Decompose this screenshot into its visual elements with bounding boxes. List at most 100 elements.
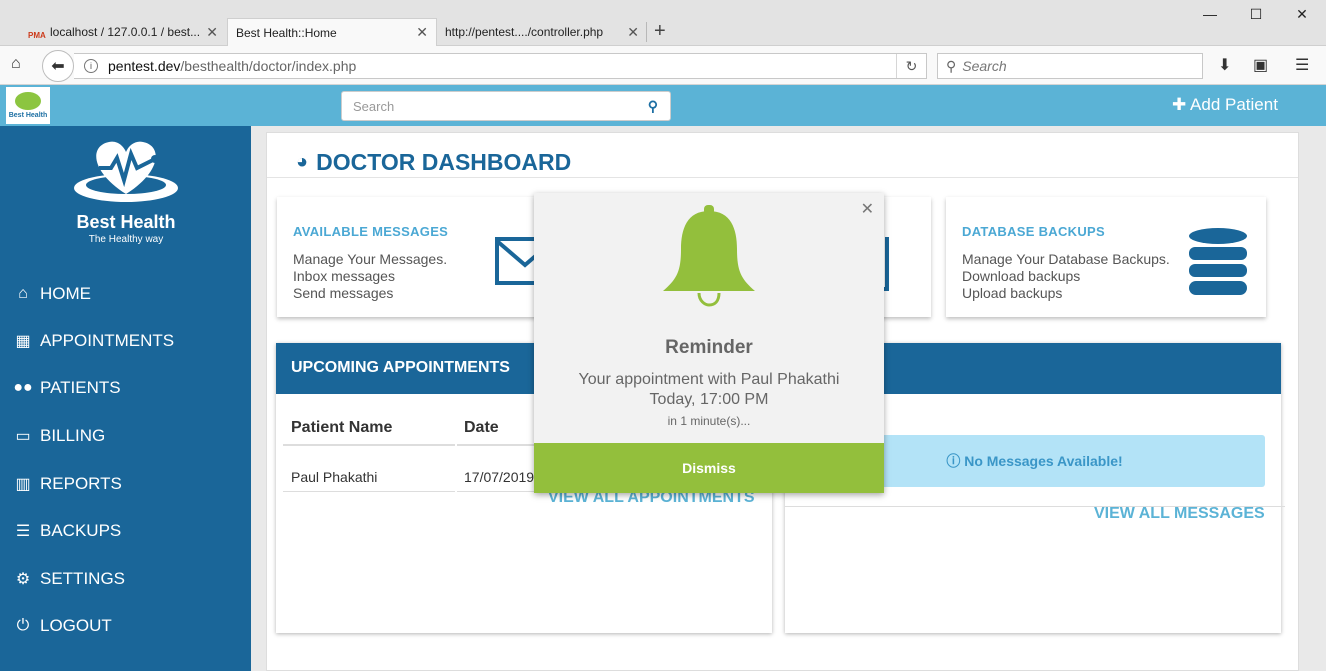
brand-tagline: The Healthy way: [88, 234, 164, 245]
power-icon: ⏻: [16, 617, 30, 634]
add-patient-label: Add Patient: [1190, 95, 1278, 114]
info-circle-icon: ⓘ: [946, 453, 965, 469]
browser-nav-bar: ⌂ ⬅ i pentest.dev/besthealth/doctor/inde…: [0, 46, 1326, 85]
sidebar-item-label: SETTINGS: [40, 569, 126, 588]
phpmyadmin-favicon-icon: PMA: [28, 31, 46, 40]
browser-search-input[interactable]: ⚲ Search: [937, 53, 1203, 79]
app-search-placeholder: Search: [353, 98, 395, 114]
header-underline: [283, 444, 455, 446]
sidebar-item-settings[interactable]: ⚙ SETTINGS: [10, 569, 125, 589]
reminder-popup: ✕ Reminder Your appointment with Paul Ph…: [534, 193, 884, 493]
popup-countdown: in 1 minute(s)...: [667, 414, 751, 428]
page-title-text: DOCTOR DASHBOARD: [316, 149, 572, 175]
download-icon[interactable]: ⬇: [1218, 55, 1231, 75]
tab-label: http://pentest..../controller.php: [445, 25, 604, 39]
tab-label: localhost / 127.0.0.1 / best...: [50, 25, 201, 39]
back-button[interactable]: ⬅: [42, 50, 74, 82]
sidebar-item-home[interactable]: ⌂ HOME: [10, 284, 91, 304]
sidebar-item-appointments[interactable]: ▦ APPOINTMENTS: [10, 331, 174, 351]
header-logo[interactable]: Best Health: [6, 87, 50, 124]
tab-separator: [646, 22, 647, 42]
dashboard-gauge-icon: ◕: [296, 151, 309, 173]
window-close-icon[interactable]: ✕: [1292, 6, 1312, 23]
table-cell: 17/07/2019: [464, 469, 535, 485]
close-icon[interactable]: ✕: [861, 199, 874, 219]
bar-chart-icon: ▥: [15, 476, 31, 493]
search-icon[interactable]: ⚲: [648, 98, 658, 115]
info-icon[interactable]: i: [84, 59, 98, 73]
home-icon: ⌂: [18, 285, 28, 302]
sidebar-item-label: APPOINTMENTS: [40, 331, 175, 350]
table-cell: Paul Phakathi: [291, 469, 378, 485]
minimize-icon[interactable]: —: [1200, 6, 1220, 22]
search-icon: ⚲: [946, 57, 957, 74]
sidebar-item-label: REPORTS: [40, 474, 122, 493]
database-backups-card[interactable]: DATABASE BACKUPS Manage Your Database Ba…: [946, 197, 1266, 317]
reload-icon[interactable]: ↻: [896, 54, 926, 78]
card-line: Manage Your Database Backups.: [962, 251, 1170, 267]
card-line: Upload backups: [962, 285, 1063, 301]
menu-icon[interactable]: ☰: [1295, 55, 1309, 75]
chart-icon: [885, 237, 889, 291]
bell-icon: [663, 205, 755, 307]
sidebar-item-patients[interactable]: ●● PATIENTS: [10, 378, 121, 398]
tab-close-icon[interactable]: ✕: [206, 24, 218, 41]
card-title: AVAILABLE MESSAGES: [293, 224, 449, 239]
database-icon: [1189, 228, 1247, 295]
sidebar-item-label: BACKUPS: [40, 521, 122, 540]
app-search-input[interactable]: Search ⚲: [341, 91, 671, 121]
card-title: DATABASE BACKUPS: [962, 224, 1105, 239]
maximize-icon[interactable]: ☐: [1246, 6, 1266, 23]
browser-tab-bar: PMA localhost / 127.0.0.1 / best... ✕ Be…: [0, 0, 1326, 46]
sidebar-item-reports[interactable]: ▥ REPORTS: [10, 474, 122, 494]
card-line: Manage Your Messages.: [293, 251, 448, 267]
no-messages-text: No Messages Available!: [964, 453, 1123, 469]
popup-message: Your appointment with Paul Phakathi: [578, 371, 840, 388]
view-all-messages-link[interactable]: VIEW ALL MESSAGES: [1094, 505, 1265, 523]
browser-tab-controller[interactable]: http://pentest..../controller.php ✕: [437, 18, 647, 46]
sidebar-item-billing[interactable]: ▭ BILLING: [10, 426, 105, 446]
column-header: Patient Name: [291, 419, 393, 436]
column-header: Date: [464, 419, 499, 436]
new-tab-button[interactable]: +: [654, 20, 666, 43]
browser-tab-best-health[interactable]: Best Health::Home ✕: [227, 18, 437, 46]
row-divider: [283, 491, 455, 492]
add-patient-button[interactable]: ✚ Add Patient: [1172, 95, 1278, 115]
card-line: Inbox messages: [293, 268, 395, 284]
logo-mark-icon: [15, 92, 41, 110]
database-icon: ☰: [15, 523, 31, 540]
sidebar-toggle-icon[interactable]: ▣: [1253, 55, 1268, 75]
sidebar-item-backups[interactable]: ☰ BACKUPS: [10, 521, 121, 541]
sidebar-item-label: BILLING: [40, 426, 106, 445]
sidebar-item-label: PATIENTS: [40, 378, 121, 397]
users-icon: ●●: [13, 379, 33, 396]
credit-card-icon: ▭: [15, 428, 31, 445]
page-title: ◕ DOCTOR DASHBOARD: [296, 149, 571, 176]
browser-tab-phpmyadmin[interactable]: PMA localhost / 127.0.0.1 / best... ✕: [20, 18, 226, 46]
title-divider: [267, 177, 1298, 178]
url-bar[interactable]: i pentest.dev/besthealth/doctor/index.ph…: [74, 53, 927, 79]
url-path: /besthealth/doctor/index.php: [180, 58, 357, 74]
sidebar-item-label: LOGOUT: [40, 616, 112, 635]
calendar-icon: ▦: [15, 333, 31, 350]
popup-title: Reminder: [665, 337, 753, 358]
brand-name: Best Health: [76, 212, 176, 232]
browser-search-placeholder: Search: [962, 58, 1007, 74]
app-header: Best Health Search ⚲ ✚ Add Patient: [0, 85, 1326, 126]
tab-close-icon[interactable]: ✕: [627, 24, 639, 41]
card-line: Download backups: [962, 268, 1081, 284]
url-host: pentest.dev: [108, 58, 181, 74]
sidebar: Best Health The Healthy way ⌂ HOME ▦ APP…: [0, 126, 251, 671]
home-icon[interactable]: ⌂: [11, 55, 21, 73]
header-logo-text: Best Health: [8, 112, 48, 119]
card-line: Send messages: [293, 285, 394, 301]
popup-time: Today, 17:00 PM: [649, 391, 769, 408]
tab-label: Best Health::Home: [236, 25, 337, 40]
dismiss-button[interactable]: Dismiss: [534, 443, 884, 493]
sidebar-item-logout[interactable]: ⏻ LOGOUT: [10, 616, 112, 636]
tab-close-icon[interactable]: ✕: [416, 24, 428, 41]
sidebar-item-label: HOME: [40, 284, 91, 303]
plus-icon: ✚: [1172, 95, 1191, 114]
heart-logo-icon: [71, 138, 181, 208]
sidebar-brand[interactable]: Best Health The Healthy way: [68, 138, 184, 245]
